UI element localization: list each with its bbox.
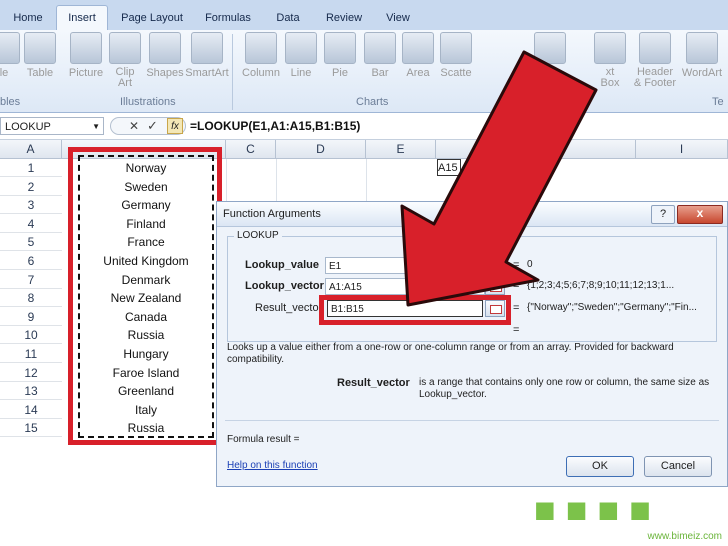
red-arrow-annotation (400, 50, 598, 307)
arrow-icon (400, 50, 598, 307)
watermark-text: www.bimeiz.com (647, 531, 722, 542)
watermark-glyphs: ■■■■ (534, 489, 661, 530)
